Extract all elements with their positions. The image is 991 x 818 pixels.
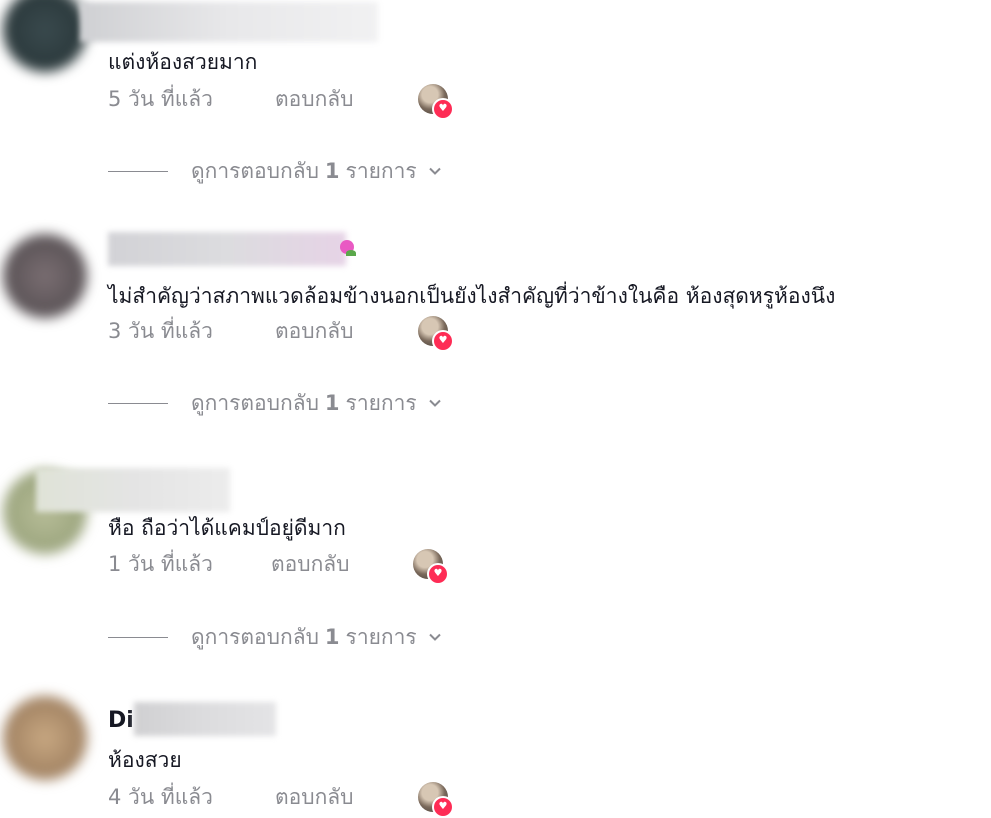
reply-button[interactable]: ตอบกลับ (275, 83, 354, 116)
creator-liked-avatar: ♥ (418, 316, 454, 352)
divider-line (108, 636, 168, 638)
creator-liked-avatar: ♥ (413, 549, 449, 585)
comment-text: ไม่สำคัญว่าสภาพแวดล้อมข้างนอกเป็นยังไงสำ… (108, 284, 836, 308)
comment-time: 5 วัน ที่แล้ว (108, 86, 213, 111)
view-replies-suffix: รายการ (345, 158, 417, 183)
view-replies-button[interactable]: ดูการตอบกลับ 1 รายการ (108, 622, 443, 652)
reply-count: 1 (324, 391, 340, 415)
view-replies-suffix: รายการ (345, 390, 417, 415)
comment-text: แต่งห้องสวยมาก (108, 50, 258, 74)
reply-button[interactable]: ตอบกลับ (271, 548, 350, 581)
username[interactable]: Di (108, 708, 134, 733)
view-replies-button[interactable]: ดูการตอบกลับ 1 รายการ (108, 388, 443, 418)
username-redacted (80, 2, 378, 42)
comment-time: 3 วัน ที่แล้ว (108, 318, 213, 343)
comment-time: 1 วัน ที่แล้ว (108, 551, 213, 576)
heart-icon: ♥ (427, 563, 449, 585)
flower-emoji (340, 240, 358, 258)
avatar[interactable] (3, 234, 87, 318)
reply-count: 1 (324, 159, 340, 183)
reply-count: 1 (324, 625, 340, 649)
username-redacted (108, 232, 346, 266)
comment-meta: 3 วัน ที่แล้ว ตอบกลับ (108, 314, 354, 348)
username-redacted (36, 468, 230, 512)
view-replies-label: ดูการตอบกลับ (191, 390, 319, 415)
view-replies-suffix: รายการ (345, 624, 417, 649)
comment-text: หือ ถือว่าได้แคมป์อยู่ดีมาก (108, 516, 346, 540)
heart-icon: ♥ (432, 98, 454, 120)
chevron-down-icon (429, 167, 441, 175)
view-replies-label: ดูการตอบกลับ (191, 624, 319, 649)
avatar[interactable] (3, 0, 87, 72)
username-redacted (134, 702, 276, 736)
chevron-down-icon (429, 399, 441, 407)
creator-liked-avatar: ♥ (418, 782, 454, 818)
divider-line (108, 170, 168, 172)
comment-meta: 1 วัน ที่แล้ว ตอบกลับ (108, 547, 350, 581)
reply-button[interactable]: ตอบกลับ (275, 315, 354, 348)
divider-line (108, 402, 168, 404)
reply-button[interactable]: ตอบกลับ (275, 781, 354, 814)
view-replies-button[interactable]: ดูการตอบกลับ 1 รายการ (108, 156, 443, 186)
heart-icon: ♥ (432, 330, 454, 352)
comment-meta: 5 วัน ที่แล้ว ตอบกลับ (108, 82, 354, 116)
comment-text: ห้องสวย (108, 748, 182, 772)
comment-time: 4 วัน ที่แล้ว (108, 784, 213, 809)
creator-liked-avatar: ♥ (418, 84, 454, 120)
heart-icon: ♥ (432, 796, 454, 818)
chevron-down-icon (429, 633, 441, 641)
view-replies-label: ดูการตอบกลับ (191, 158, 319, 183)
comment-meta: 4 วัน ที่แล้ว ตอบกลับ (108, 780, 354, 814)
avatar[interactable] (3, 696, 87, 780)
